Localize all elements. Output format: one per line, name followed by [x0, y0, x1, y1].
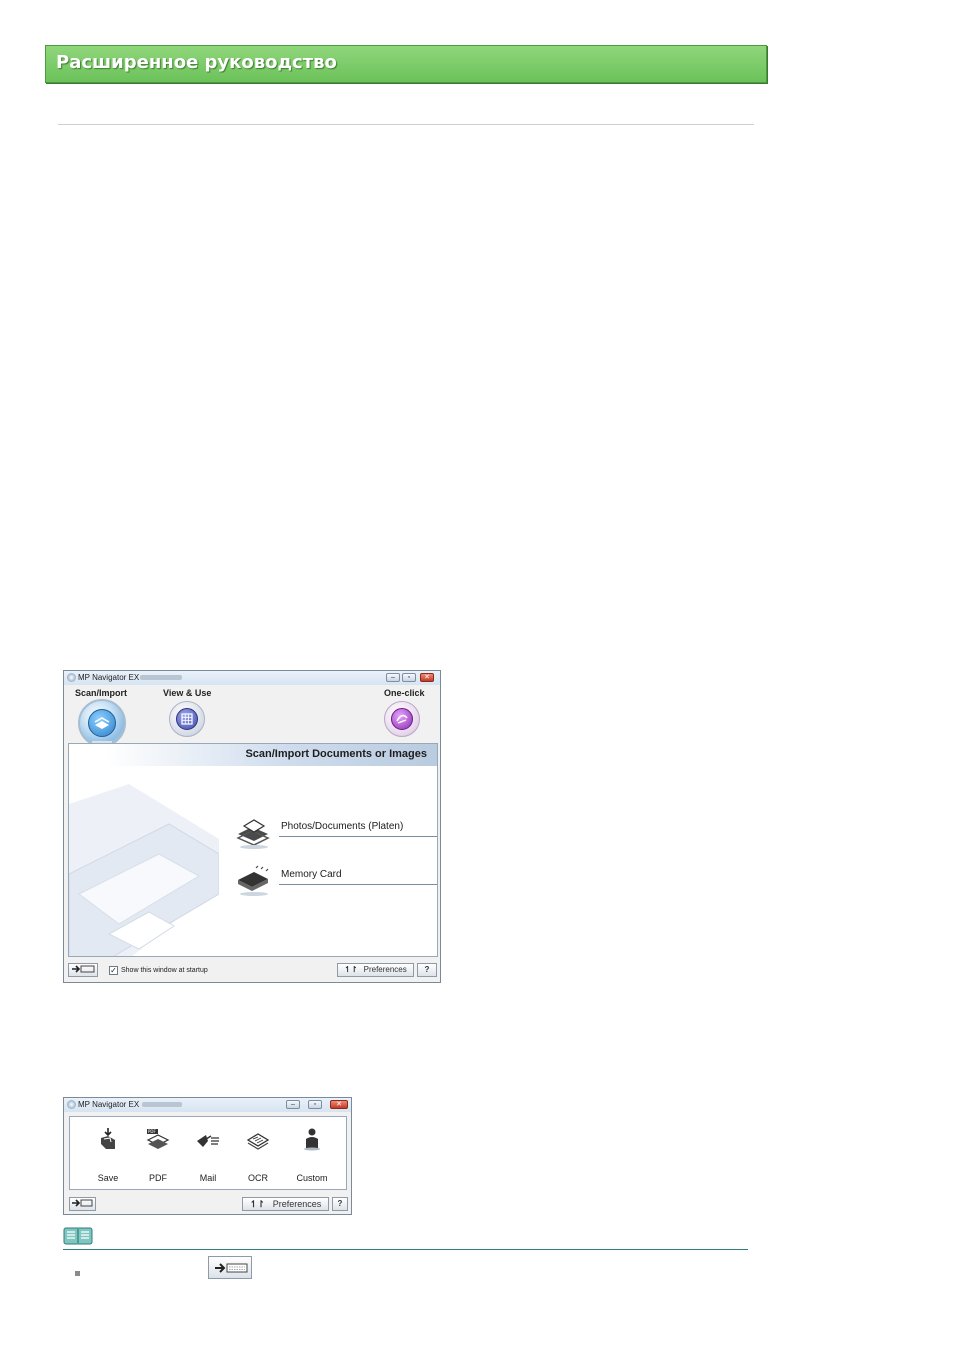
photos-documents-icon: [236, 819, 270, 849]
mode-switch-button[interactable]: [68, 963, 98, 977]
save-icon: [101, 1128, 115, 1149]
note-mode-switch-button: [208, 1256, 252, 1279]
app-icon: [67, 1100, 76, 1109]
manual-title: Расширенное руководство: [56, 52, 337, 73]
scanner-illustration: [69, 784, 219, 956]
mode-switch-button[interactable]: [69, 1197, 96, 1211]
mail-icon: [197, 1135, 219, 1147]
option-photos-documents-underline: [279, 836, 437, 837]
mp-navigator-oneclick-window: MP Navigator EX – ▫ ✕ Save PDF PDF Mail …: [63, 1097, 352, 1215]
help-button[interactable]: ?: [417, 963, 437, 977]
view-use-icon: [176, 708, 198, 730]
save-label: Save: [97, 1173, 119, 1183]
manual-header-banner: Расширенное руководство: [45, 45, 767, 83]
preferences-label: Preferences: [272, 1199, 322, 1209]
option-photos-documents[interactable]: Photos/Documents (Platen): [281, 821, 403, 832]
show-at-startup-checkbox[interactable]: ✓: [109, 966, 118, 975]
option-memory-card[interactable]: Memory Card: [281, 869, 342, 880]
oneclick-ocr-button[interactable]: OCR: [238, 1123, 278, 1187]
note-bullet: [75, 1271, 80, 1276]
close-button[interactable]: ✕: [330, 1100, 348, 1109]
scanner-icon: [88, 709, 116, 737]
minimize-button[interactable]: –: [286, 1100, 300, 1109]
close-button[interactable]: ✕: [420, 673, 434, 682]
oneclick-save-button[interactable]: Save: [88, 1123, 128, 1187]
oneclick-custom-button[interactable]: Custom: [292, 1123, 332, 1187]
tab-one-click-label: One-click: [384, 688, 425, 698]
svg-text:PDF: PDF: [148, 1129, 156, 1134]
panel-title: Scan/Import Documents or Images: [245, 748, 427, 760]
maximize-button[interactable]: ▫: [308, 1100, 322, 1109]
header-divider: [58, 124, 754, 125]
window-titlebar: MP Navigator EX – ▫ ✕: [64, 671, 440, 685]
mail-label: Mail: [199, 1173, 217, 1183]
help-button[interactable]: ?: [332, 1197, 348, 1211]
show-at-startup-label: Show this window at startup: [121, 967, 208, 974]
note-divider: [63, 1249, 748, 1250]
ocr-label: OCR: [248, 1173, 268, 1183]
oneclick-pdf-button[interactable]: PDF PDF: [138, 1123, 178, 1187]
preferences-label: Preferences: [363, 965, 407, 974]
mode-switch-icon: [215, 1263, 248, 1273]
window2-titlebar: MP Navigator EX – ▫ ✕: [64, 1098, 351, 1112]
option-memory-card-underline: [279, 884, 437, 885]
book-icon: [63, 1227, 93, 1245]
ocr-icon: [246, 1133, 270, 1150]
window-title: MP Navigator EX: [78, 673, 140, 682]
memory-card-icon: [238, 865, 269, 896]
tab-one-click[interactable]: [384, 701, 420, 737]
oneclick-panel: Save PDF PDF Mail OCR Custom: [69, 1116, 347, 1190]
preferences-button[interactable]: ↿↾ Preferences: [337, 963, 414, 977]
preferences-icon: ↿↾: [344, 965, 358, 974]
tab-scan-import[interactable]: [78, 699, 126, 747]
one-click-icon: [391, 708, 413, 730]
app-icon: [67, 673, 76, 682]
panel-title-bar: Scan/Import Documents or Images: [69, 744, 437, 766]
pdf-icon: PDF: [146, 1129, 170, 1149]
custom-label: Custom: [296, 1173, 328, 1183]
mp-navigator-main-window: MP Navigator EX – ▫ ✕ Scan/Import View &…: [63, 670, 441, 983]
mode-switch-icon: [72, 965, 95, 973]
preferences-icon: ↿↾: [249, 1199, 265, 1209]
mode-switch-icon: [72, 1199, 93, 1207]
preferences-button[interactable]: ↿↾ Preferences: [242, 1197, 329, 1211]
window2-title: MP Navigator EX: [78, 1100, 140, 1109]
maximize-button[interactable]: ▫: [402, 673, 416, 682]
custom-icon: [304, 1128, 320, 1151]
minimize-button[interactable]: –: [386, 673, 400, 682]
pdf-label: PDF: [149, 1173, 167, 1183]
oneclick-mail-button[interactable]: Mail: [188, 1123, 228, 1187]
tab-view-use[interactable]: [169, 701, 205, 737]
tab-view-use-label: View & Use: [163, 688, 212, 698]
tab-scan-import-label: Scan/Import: [75, 688, 128, 698]
scan-import-panel: Scan/Import Documents or Images Photos/D…: [68, 743, 438, 957]
